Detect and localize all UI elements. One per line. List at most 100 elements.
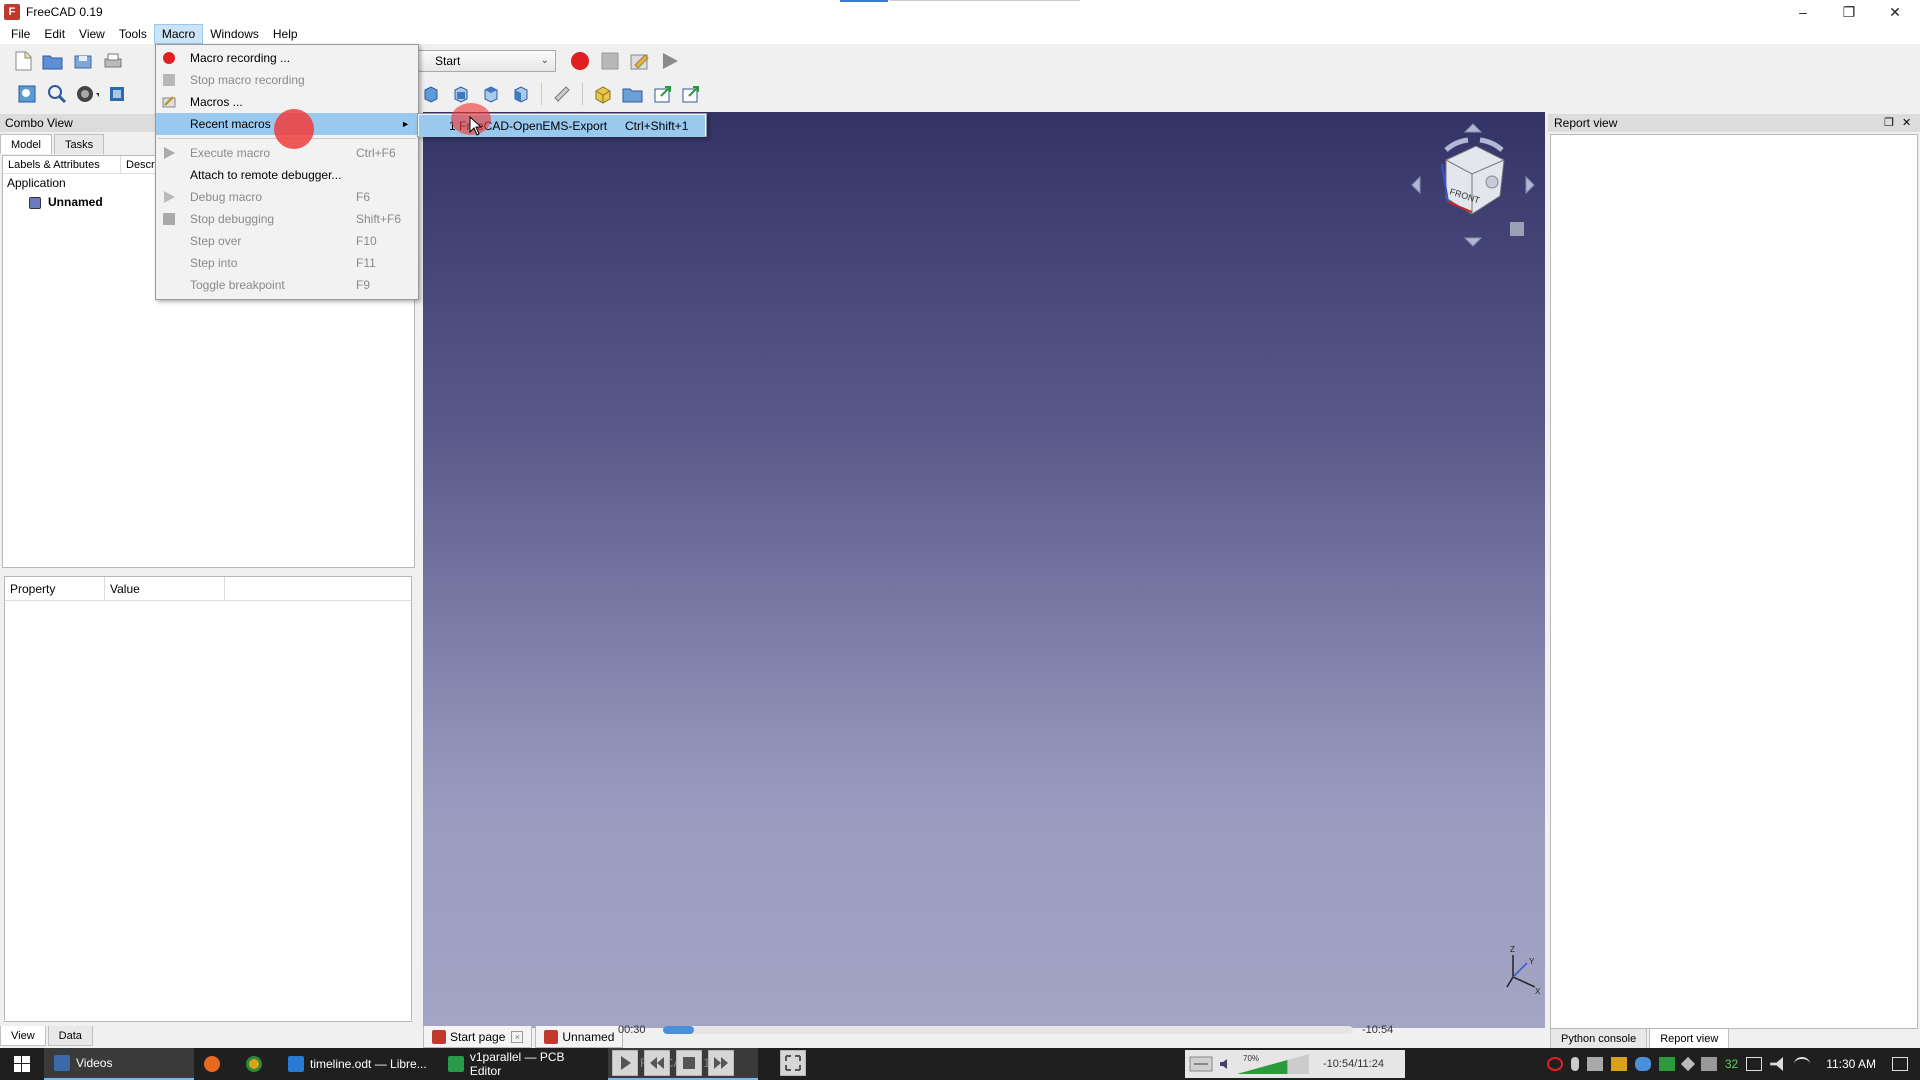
save-icon[interactable] [71,49,95,73]
bounding-box-icon[interactable] [105,82,129,106]
tab-data[interactable]: Data [47,1026,93,1046]
menu-item-attach-debugger[interactable]: Attach to remote debugger... [156,164,418,186]
volume-slider[interactable]: 70% [1237,1054,1309,1074]
taskbar-chrome[interactable] [236,1048,278,1080]
menu-item-shortcut: Shift+F6 [356,212,402,226]
property-editor[interactable]: Property Value [4,576,412,1022]
right-view-icon[interactable] [509,82,533,106]
notification-icon[interactable] [1892,1057,1908,1071]
navigation-cube[interactable]: FRONT [1408,120,1538,250]
menu-view[interactable]: View [72,24,112,44]
taskbar-item-pcb-editor[interactable]: v1parallel — PCB Editor [438,1048,608,1080]
tab-tasks[interactable]: Tasks [53,134,105,154]
edit-macro-icon[interactable] [628,49,652,73]
tab-start-page[interactable]: Start page × [423,1026,533,1048]
close-button[interactable]: ✕ [1872,0,1918,24]
security-icon[interactable] [1546,1057,1563,1071]
tab-view[interactable]: View [0,1026,46,1046]
value-column[interactable]: Value [105,577,225,600]
cloud-icon[interactable] [1634,1057,1651,1071]
float-icon[interactable]: ❐ [1884,114,1894,132]
battery-meter-icon[interactable] [1700,1057,1717,1071]
draw-style-icon[interactable] [75,82,99,106]
fullscreen-button[interactable] [780,1050,806,1076]
close-icon[interactable]: × [511,1030,524,1043]
tab-report-view[interactable]: Report view [1649,1029,1730,1049]
axo-view-icon[interactable] [419,82,443,106]
title-bar: F FreeCAD 0.19 – ❐ ✕ [0,0,1920,24]
maximize-button[interactable]: ❐ [1826,0,1872,24]
menu-item-stop-recording[interactable]: Stop macro recording [156,69,418,91]
menu-item-step-over[interactable]: Step over F10 [156,230,418,252]
new-file-icon[interactable] [11,49,35,73]
record-macro-icon[interactable] [568,49,592,73]
close-panel-icon[interactable]: ✕ [1902,114,1911,132]
macro-toolbar [565,46,705,76]
report-view-output[interactable] [1550,134,1918,1029]
print-icon[interactable] [101,49,125,73]
display-icon[interactable] [1586,1057,1603,1071]
property-column[interactable]: Property [5,577,105,600]
menu-item-debug-macro[interactable]: Debug macro F6 [156,186,418,208]
chevron-down-icon: ⌄ [540,55,549,66]
speaker-icon[interactable] [1219,1057,1233,1071]
taskbar-item-libreoffice[interactable]: timeline.odt — Libre... [278,1048,438,1080]
drive-icon[interactable] [1658,1057,1675,1071]
3d-viewport[interactable]: FRONT Z Y X [423,112,1545,1028]
menu-item-stop-debugging[interactable]: Stop debugging Shift+F6 [156,208,418,230]
tree-column-labels[interactable]: Labels & Attributes [3,156,121,173]
part-icon[interactable] [591,82,615,106]
dropbox-icon[interactable] [1680,1056,1695,1072]
play-button[interactable] [612,1050,638,1076]
link-icon[interactable] [651,82,675,106]
tab-model[interactable]: Model [0,134,52,154]
workbench-selector[interactable]: Start ⌄ [418,50,556,72]
microphone-icon[interactable] [1570,1057,1579,1071]
player-seek-slider[interactable] [663,1026,1353,1034]
menu-item-toggle-breakpoint[interactable]: Toggle breakpoint F9 [156,274,418,296]
property-header: Property Value [5,577,411,601]
minimize-button[interactable]: – [1780,0,1826,24]
wifi-icon[interactable] [1794,1057,1811,1071]
taskbar-item-videos[interactable]: Videos [44,1048,194,1080]
start-page-label: Start page [450,1029,506,1044]
app-tray-icon[interactable] [1610,1057,1627,1071]
fit-selection-icon[interactable] [45,82,69,106]
measure-icon[interactable] [550,82,574,106]
tree-document-label: Unnamed [48,195,103,209]
menu-file[interactable]: File [4,24,37,44]
open-folder-icon[interactable] [41,49,65,73]
menu-item-step-into[interactable]: Step into F11 [156,252,418,274]
menu-tools[interactable]: Tools [112,24,154,44]
fast-forward-button[interactable] [708,1050,734,1076]
fit-all-icon[interactable] [15,82,39,106]
group-icon[interactable] [621,82,645,106]
run-macro-icon[interactable] [658,49,682,73]
macro-menu: Macro recording ... Stop macro recording… [155,44,419,300]
freecad-icon: F [4,4,20,20]
start-button[interactable] [0,1048,44,1080]
view-toolbar-left [12,79,152,109]
menu-help[interactable]: Help [266,24,305,44]
clock[interactable]: 11:30 AM [1826,1057,1876,1071]
report-tabs: Python console Report view [1550,1029,1731,1049]
battery-icon[interactable] [1746,1057,1763,1071]
menu-macro[interactable]: Macro [153,24,204,44]
link-actions-icon[interactable] [681,82,705,106]
tab-python-console[interactable]: Python console [1550,1029,1648,1049]
nav-arrow-right-icon [1525,175,1535,195]
aspect-ratio-icon[interactable] [1189,1054,1213,1074]
volume-icon[interactable] [1770,1057,1783,1071]
stop-debug-icon [163,213,175,225]
rewind-button[interactable] [644,1050,670,1076]
debug-icon [164,191,175,203]
top-view-icon[interactable] [479,82,503,106]
menu-item-macro-recording[interactable]: Macro recording ... [156,47,418,69]
tree-root-label: Application [7,176,66,190]
stop-button[interactable] [676,1050,702,1076]
stop-macro-icon[interactable] [598,49,622,73]
menu-edit[interactable]: Edit [37,24,72,44]
taskbar: Videos timeline.odt — Libre... v1paralle… [0,1048,1920,1080]
taskbar-firefox[interactable] [194,1048,236,1080]
menu-windows[interactable]: Windows [203,24,266,44]
